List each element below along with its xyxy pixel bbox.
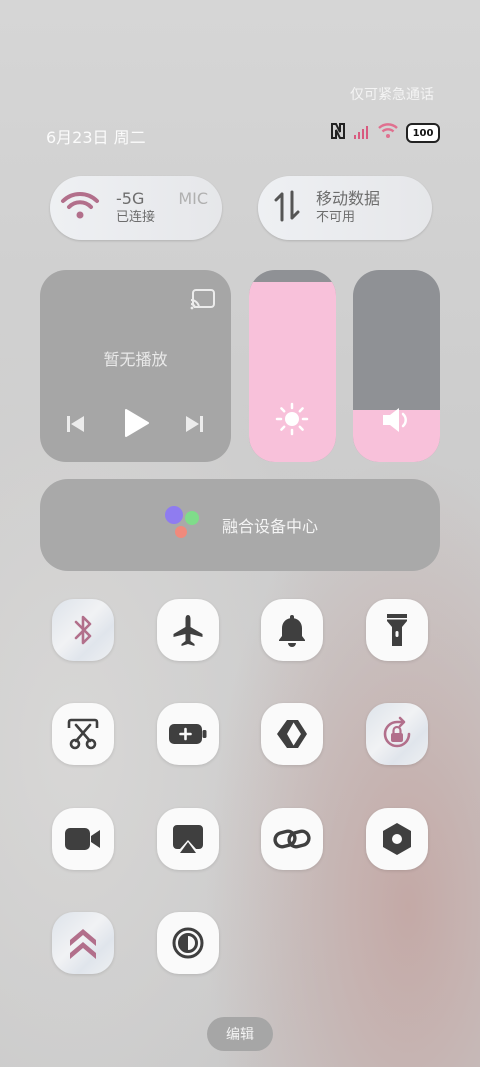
bluetooth-icon [70,613,96,647]
wifi-status: 已连接 [116,210,156,225]
emergency-call-text: 仅可紧急通话 [350,87,434,103]
screen-record-tile[interactable] [52,808,114,870]
ring-mode-tile[interactable] [261,599,323,661]
wifi-icon [60,191,100,225]
dark-mode-icon [171,926,205,960]
mobile-data-title: 移动数据 [316,189,381,208]
link-icon [273,826,311,852]
device-center-label: 融合设备中心 [221,517,318,536]
performance-mode-tile[interactable] [52,912,114,974]
brightness-slider[interactable] [249,270,336,462]
connect-icon [275,717,309,751]
device-center-button[interactable]: 融合设备中心 [40,479,440,571]
nfc-icon [330,122,346,144]
data-transfer-icon [274,188,300,228]
volume-slider[interactable] [353,270,440,462]
wifi-network-name: -5G [116,189,145,208]
rotation-lock-icon [379,716,415,752]
wifi-toggle[interactable]: -5G MIC 已连接 [50,176,222,240]
airplane-mode-tile[interactable] [157,599,219,661]
mobile-data-toggle[interactable]: 移动数据 不可用 [258,176,432,240]
sun-icon [275,402,309,440]
wifi-network-extra: MIC [178,189,209,208]
video-camera-icon [64,826,102,852]
battery-icon: 100 [406,123,440,143]
next-icon[interactable] [184,414,204,438]
bell-icon [277,613,307,647]
edit-button[interactable]: 编辑 [207,1017,273,1051]
screenshot-tile[interactable] [52,703,114,765]
screenshot-scissors-icon [66,717,100,751]
date-text: 6月23日 周二 [46,128,146,147]
airplane-icon [171,613,205,647]
flashlight-icon [385,612,409,648]
settings-shortcut-tile[interactable] [366,808,428,870]
bluetooth-tile[interactable] [52,599,114,661]
mobile-data-status: 不可用 [316,210,356,225]
status-icons: 100 [330,122,440,144]
flashlight-tile[interactable] [366,599,428,661]
screen-mirror-tile[interactable] [157,808,219,870]
performance-mode-icon [68,926,98,960]
wifi-status-icon [378,123,398,143]
media-title: 暂无播放 [103,350,168,369]
speaker-icon [381,406,413,438]
screen-mirror-icon [171,823,205,855]
cast-icon[interactable] [190,288,216,314]
battery-saver-tile[interactable] [157,703,219,765]
previous-icon[interactable] [66,414,86,438]
device-center-icon [162,505,204,545]
media-card[interactable]: 暂无播放 [40,270,231,462]
rotation-lock-tile[interactable] [366,703,428,765]
play-icon[interactable] [122,408,150,442]
battery-saver-icon [168,721,208,747]
dark-mode-tile[interactable] [157,912,219,974]
hexagon-settings-icon [381,822,413,856]
connect-tile[interactable] [261,703,323,765]
signal-icon [354,124,370,143]
link-tile[interactable] [261,808,323,870]
